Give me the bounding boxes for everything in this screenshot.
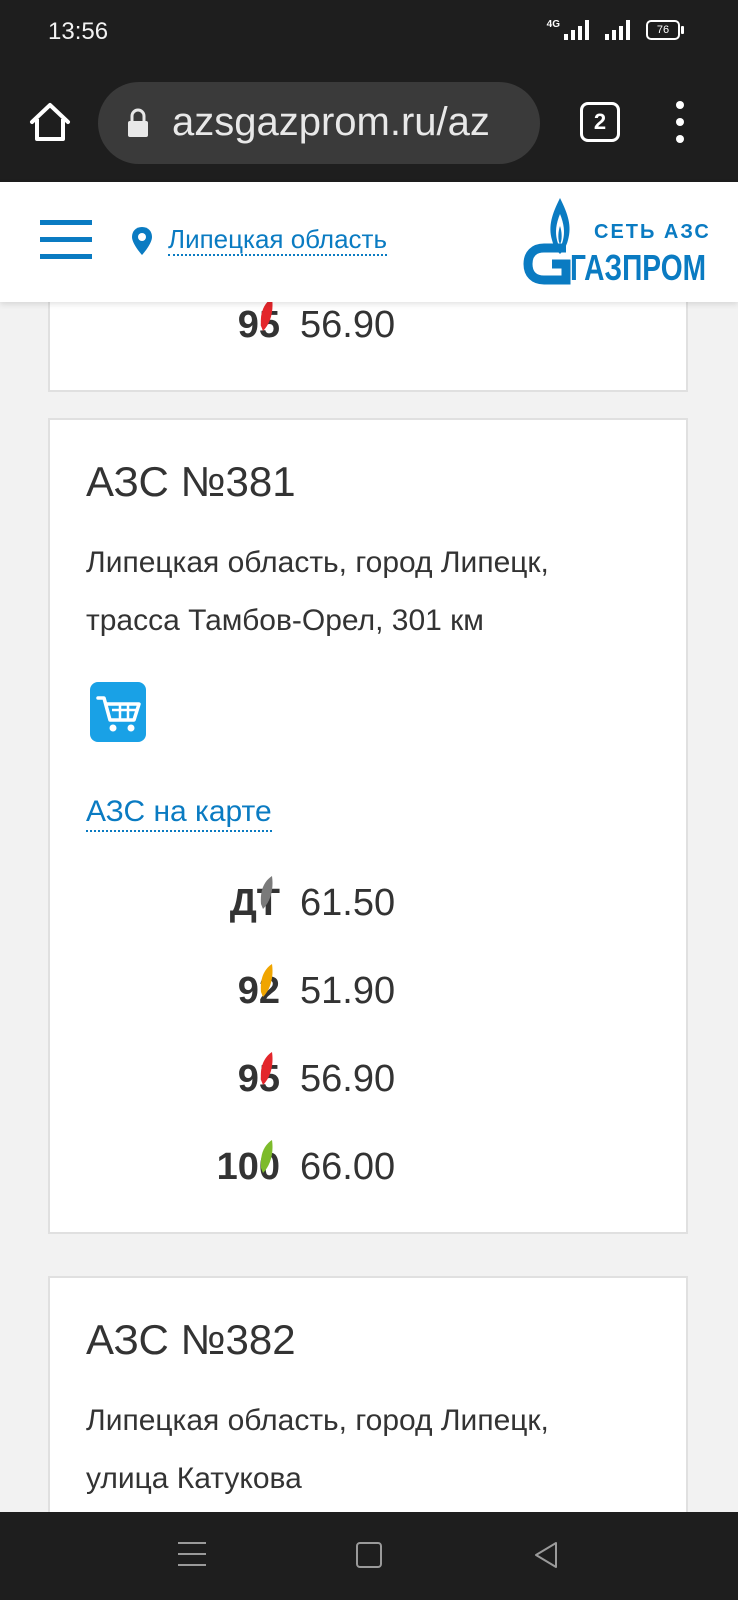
browser-toolbar: azsgazprom.ru/az 2	[0, 66, 738, 182]
hamburger-menu-icon[interactable]	[40, 220, 92, 260]
tab-switcher-button[interactable]: 2	[580, 102, 620, 142]
fuel-leaf-icon	[260, 302, 273, 331]
station-title: АЗС №382	[86, 1316, 296, 1363]
fuel-row: ДТ 61.50	[50, 876, 690, 936]
region-selector-link[interactable]: Липецкая область	[168, 224, 387, 256]
home-icon[interactable]	[28, 100, 72, 144]
recent-apps-icon[interactable]	[178, 1542, 206, 1568]
station-map-link[interactable]: АЗС на карте	[86, 794, 272, 832]
fuel-leaf-icon	[260, 964, 273, 997]
address-bar[interactable]: azsgazprom.ru/az	[98, 82, 540, 164]
fuel-row: 92 51.90	[50, 964, 690, 1024]
logo-title: ГАЗПРОМ	[570, 247, 706, 288]
back-icon[interactable]	[532, 1540, 560, 1570]
fuel-leaf-icon	[260, 876, 273, 909]
station-address: Липецкая область, город Липецк, улица Ка…	[86, 1404, 549, 1495]
fuel-row: 100 66.00	[50, 1140, 690, 1200]
status-time: 13:56	[48, 18, 109, 45]
status-bar: 13:56 4G 76	[0, 0, 738, 66]
fuel-price: 61.50	[300, 882, 396, 924]
station-address: Липецкая область, город Липецк, трасса Т…	[86, 546, 549, 637]
signal-icon-sim1	[564, 20, 589, 40]
signal-icon-sim2	[605, 20, 630, 40]
location-pin-icon	[132, 227, 152, 255]
system-navigation-bar	[0, 1512, 738, 1600]
gazprom-logo[interactable]: СЕТЬ АЗС ГАЗПРОМ	[522, 196, 708, 288]
fuel-row: 95 56.90	[50, 1052, 690, 1112]
fuel-price: 56.90	[300, 1058, 396, 1100]
fuel-leaf-icon	[260, 1140, 273, 1173]
more-menu-icon[interactable]	[668, 98, 692, 146]
stations-list: 95 56.90 АЗС №381 Липецкая область, горо…	[0, 302, 738, 1512]
status-icons: 4G 76	[546, 19, 684, 40]
fuel-row: 95 56.90	[50, 302, 690, 358]
station-card: АЗС №381 Липецкая область, город Липецк,…	[48, 418, 688, 1234]
site-header: Липецкая область СЕТЬ АЗС ГАЗПРОМ	[0, 182, 738, 302]
station-title: АЗС №381	[86, 458, 296, 505]
fuel-price: 56.90	[300, 304, 396, 346]
fuel-price: 66.00	[300, 1146, 396, 1188]
lock-icon	[128, 108, 148, 137]
station-card: АЗС №382 Липецкая область, город Липецк,…	[48, 1276, 688, 1512]
home-button-icon[interactable]	[356, 1542, 382, 1568]
url-text: azsgazprom.ru/az	[172, 100, 490, 144]
fuel-price: 51.90	[300, 970, 396, 1012]
logo-subtitle: СЕТЬ АЗС	[594, 221, 708, 243]
battery-icon: 76	[646, 20, 684, 40]
shopping-cart-icon	[90, 682, 146, 742]
battery-level: 76	[656, 24, 670, 36]
network-type-label: 4G	[546, 19, 560, 30]
fuel-leaf-icon	[260, 1052, 273, 1085]
station-card: 95 56.90	[48, 302, 688, 392]
